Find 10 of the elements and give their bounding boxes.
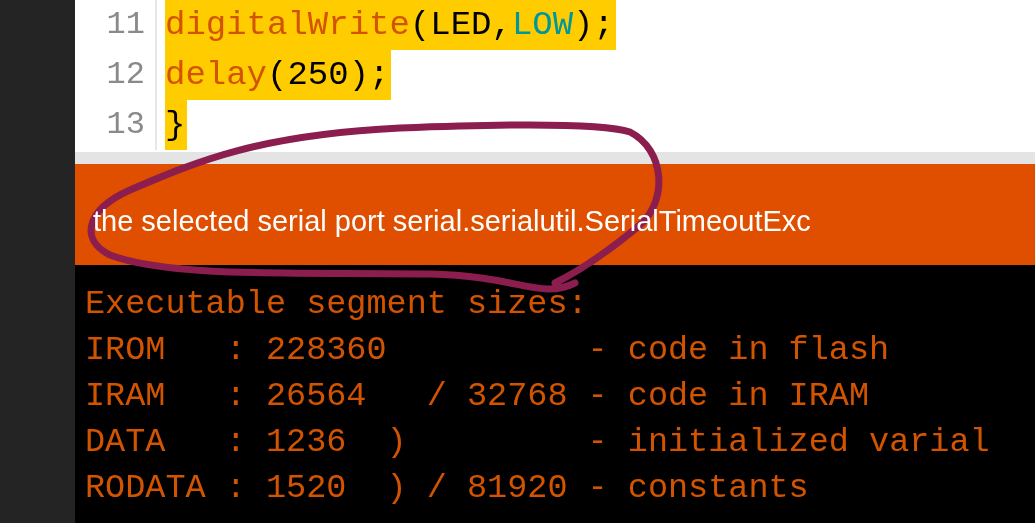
- console-line: IRAM : 26564 / 32768 - code in IRAM: [85, 376, 871, 417]
- line-number: 13: [105, 105, 146, 145]
- line-number: 12: [105, 55, 146, 95]
- console-line: RODATA : 1520 ) / 81920 - constants: [85, 468, 810, 509]
- console-line: IROM : 228360 - code in flash: [85, 330, 891, 371]
- error-message: the selected serial port serial.serialutil.SerialTimeoutExc: [93, 205, 811, 238]
- console-line: Executable segment sizes:: [85, 284, 589, 325]
- splitter-bar[interactable]: [75, 152, 1035, 164]
- console-line: DATA : 1236 ) - initialized varial: [85, 422, 991, 463]
- line-number: 11: [105, 5, 146, 45]
